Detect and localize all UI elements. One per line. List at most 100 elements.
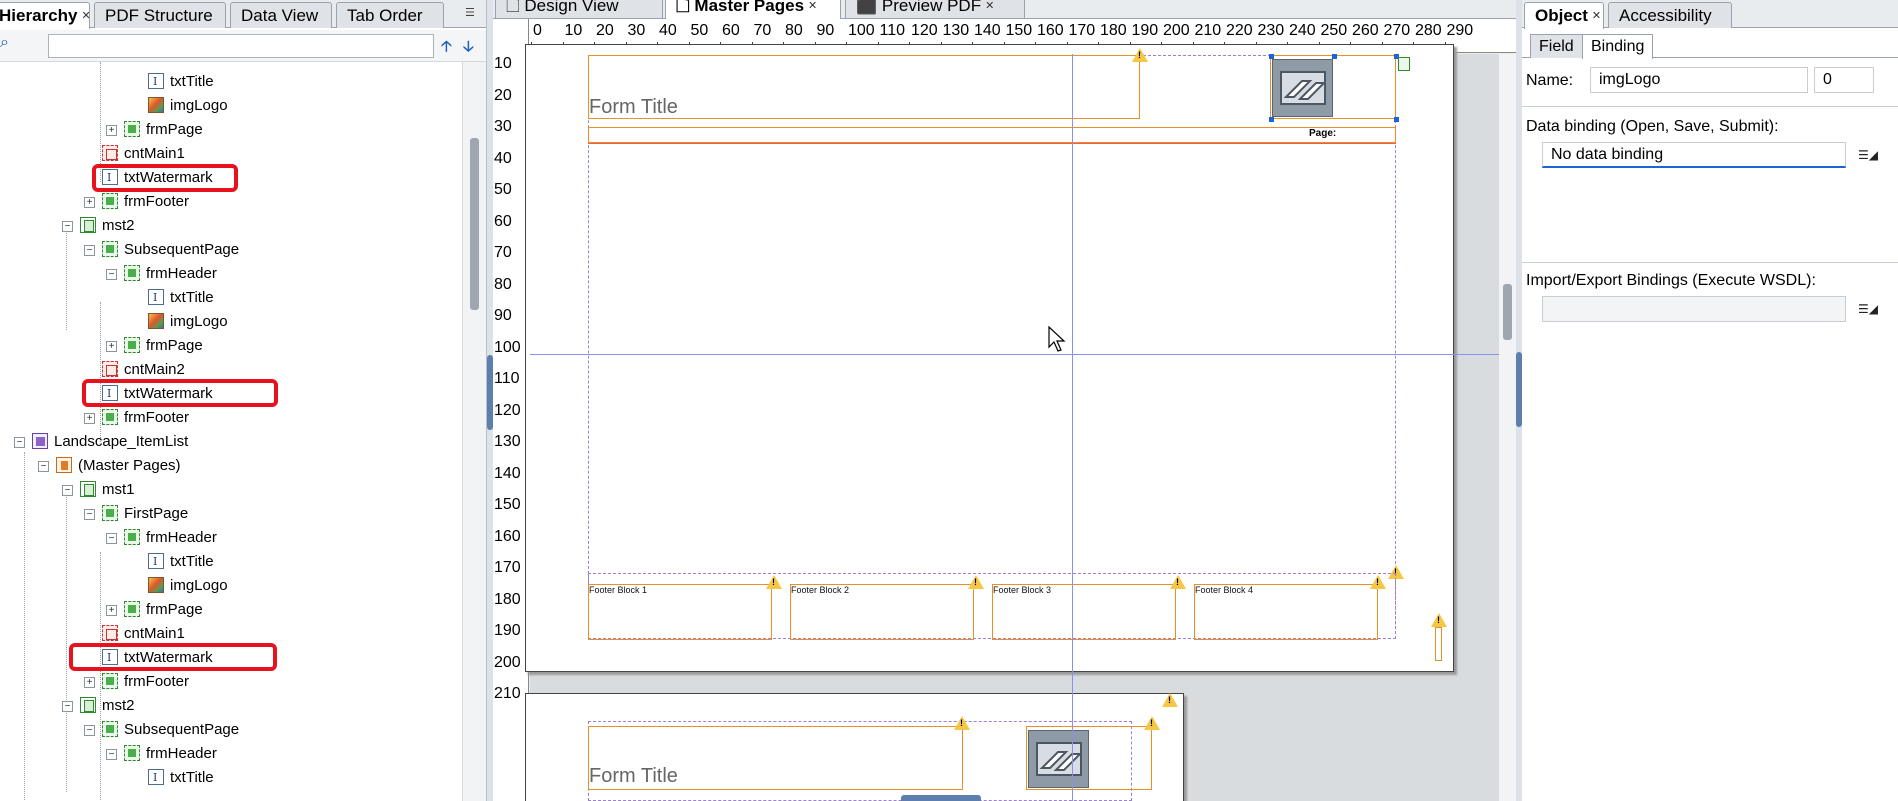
tab-accessibility[interactable]: Accessibility [1608,2,1732,28]
tree-item-mst2[interactable]: − mst2 [62,215,135,237]
import-export-field[interactable] [1542,296,1846,322]
tab-data-view[interactable]: Data View [230,2,332,28]
warning-icon[interactable]: ! [1431,613,1447,627]
footer-block-2[interactable]: Footer Block 2 [790,584,974,640]
collapse-icon[interactable]: − [106,749,117,760]
collapse-icon[interactable]: − [62,701,73,712]
name-index-field[interactable]: 0 [1814,67,1874,93]
scrollbar-thumb[interactable] [470,138,479,310]
logo-image[interactable] [1028,730,1089,788]
tree-item-frmpage[interactable]: + frmPage [106,119,203,141]
panel-menu-icon[interactable]: ☰ [465,6,479,20]
collapse-icon[interactable]: − [62,485,73,496]
canvas[interactable]: Form Title ! Page: ! Footer Block 1 ! Fo… [525,44,1516,801]
collapse-icon[interactable]: − [14,437,25,448]
tree-item-txtwatermark[interactable]: txtWatermark [102,647,213,669]
tree-item-master-pages[interactable]: − (Master Pages) [38,455,181,477]
tree-item-txttitle[interactable]: txtTitle [148,767,214,789]
collapse-icon[interactable]: − [38,461,49,472]
watermark-field[interactable] [1435,627,1442,661]
warning-icon[interactable]: ! [1144,716,1160,730]
collapse-icon[interactable]: − [84,245,95,256]
move-up-icon[interactable]: 🡡 [441,36,452,61]
tree-item-firstpage[interactable]: − FirstPage [84,503,188,525]
move-down-icon[interactable]: 🡣 [463,36,474,61]
expand-icon[interactable]: + [106,341,117,352]
tree-item-txtwatermark[interactable]: txtWatermark [102,167,213,189]
tree-item-txttitle[interactable]: txtTitle [148,71,214,93]
title-field[interactable]: Form Title [588,726,963,790]
tree-item-frmfooter[interactable]: + frmFooter [84,191,189,213]
tab-hierarchy[interactable]: Hierarchy ✕ [0,2,90,29]
footer-block-4[interactable]: Footer Block 4 [1194,584,1378,640]
tree-item-imglogo[interactable]: imgLogo [148,575,228,597]
tree-item-imglogo[interactable]: imgLogo [148,95,228,117]
tab-object[interactable]: Object ✕ [1524,2,1604,29]
warning-icon[interactable]: ! [968,575,984,589]
close-icon[interactable]: ✕ [1592,10,1601,22]
tab-tab-order[interactable]: Tab Order [336,2,444,28]
search-icon[interactable]: ⌕ [0,34,9,52]
expand-icon[interactable]: + [84,677,95,688]
warning-icon[interactable]: ! [1162,693,1178,707]
name-field[interactable]: imgLogo [1590,67,1808,93]
collapse-icon[interactable]: − [106,269,117,280]
tree-item-txttitle[interactable]: txtTitle [148,551,214,573]
expand-icon[interactable]: + [84,197,95,208]
tab-master-pages[interactable]: 🗋 Master Pages ✕ [665,0,841,19]
tree-item-cntmain2[interactable]: cntMain2 [102,359,185,381]
tree-item-frmpage[interactable]: + frmPage [106,599,203,621]
search-input[interactable] [48,34,434,58]
expand-icon[interactable]: + [84,413,95,424]
tree-item-txttitle[interactable]: txtTitle [148,287,214,309]
import-export-menu-icon[interactable]: ☰◢ [1858,302,1878,316]
master-page-2[interactable]: ! Form Title ! ! [525,693,1184,801]
data-binding-field[interactable]: No data binding [1542,142,1846,168]
tree-item-cntmain1[interactable]: cntMain1 [102,143,185,165]
tree-item-cntmain1[interactable]: cntMain1 [102,623,185,645]
close-icon[interactable]: ✕ [81,10,89,22]
vertical-guide[interactable] [1072,54,1073,801]
subtab-field[interactable]: Field [1530,34,1583,58]
tab-pdf-structure[interactable]: PDF Structure [94,2,226,28]
tab-design-view[interactable]: 🗋 Design View [495,0,663,18]
warning-icon[interactable]: ! [954,716,970,730]
expand-icon[interactable]: + [106,605,117,616]
scrollbar-thumb[interactable] [1503,284,1512,340]
collapse-icon[interactable]: − [106,533,117,544]
tree-scrollbar[interactable] [462,62,486,801]
collapse-icon[interactable]: − [84,725,95,736]
tree-item-frmfooter[interactable]: + frmFooter [84,671,189,693]
tree-item-mst2[interactable]: − mst2 [62,695,135,717]
warning-icon[interactable]: ! [766,575,782,589]
title-field[interactable]: Form Title [588,55,1140,119]
tree-item-landscape-itemlist[interactable]: − Landscape_ItemList [14,431,188,453]
canvas-scrollbar[interactable] [1499,54,1516,801]
footer-block-3[interactable]: Footer Block 3 [992,584,1176,640]
close-icon[interactable]: ✕ [808,0,817,12]
tree-item-frmheader[interactable]: − frmHeader [106,263,217,285]
bottom-collapse-icon[interactable] [901,795,981,801]
tree-item-frmpage[interactable]: + frmPage [106,335,203,357]
tree-item-frmheader[interactable]: − frmHeader [106,527,217,549]
tree-item-txtwatermark[interactable]: txtWatermark [102,383,213,405]
warning-icon[interactable]: ! [1370,575,1386,589]
horizontal-guide[interactable] [530,354,1516,355]
tree-item-frmfooter[interactable]: + frmFooter [84,407,189,429]
tab-preview-pdf[interactable]: ⬛ Preview PDF ✕ [845,0,1025,18]
binding-menu-icon[interactable]: ☰◢ [1858,148,1878,162]
tree-item-imglogo[interactable]: imgLogo [148,311,228,333]
expand-icon[interactable]: + [106,125,117,136]
tree-item-mst1[interactable]: − mst1 [62,479,135,501]
close-icon[interactable]: ✕ [985,0,994,12]
subtab-binding[interactable]: Binding [1582,34,1654,59]
footer-block-1[interactable]: Footer Block 1 [588,584,772,640]
tree-item-subsequentpage[interactable]: − SubsequentPage [84,719,239,741]
page-number-field[interactable]: Page: [588,127,1396,143]
master-page-1[interactable]: Form Title ! Page: ! Footer Block 1 ! Fo… [525,44,1454,672]
warning-icon[interactable]: ! [1170,575,1186,589]
tree-item-frmheader[interactable]: − frmHeader [106,743,217,765]
collapse-icon[interactable]: − [84,509,95,520]
tree-item-subsequentpage[interactable]: − SubsequentPage [84,239,239,261]
warning-icon[interactable]: ! [1132,48,1148,62]
